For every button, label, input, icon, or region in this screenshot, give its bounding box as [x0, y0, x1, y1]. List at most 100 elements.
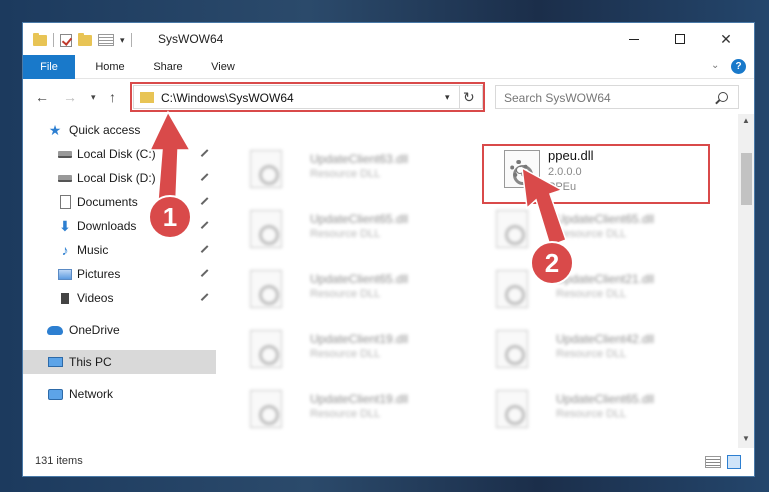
expand-ribbon-chevron-icon[interactable]: ⌄ [711, 60, 719, 71]
list-item[interactable]: UpdateClient65.dll Resource DLL [484, 386, 714, 434]
search-input[interactable]: Search SysWOW64 [495, 85, 739, 109]
sidebar-item-local-disk-c[interactable]: Local Disk (C:) [23, 142, 216, 166]
help-icon[interactable]: ? [731, 59, 746, 74]
sidebar-item-pictures[interactable]: Pictures [23, 262, 216, 286]
sidebar-item-label: Local Disk (C:) [77, 147, 156, 161]
tab-file[interactable]: File [23, 55, 75, 79]
search-icon[interactable] [718, 92, 728, 102]
close-button[interactable]: ✕ [703, 23, 749, 55]
pin-icon[interactable] [200, 268, 212, 280]
minimize-button[interactable] [611, 23, 657, 55]
scrollbar-thumb[interactable] [741, 153, 752, 205]
file-name: UpdateClient63.dll [310, 152, 409, 166]
back-arrow-icon[interactable]: ← [35, 89, 49, 105]
cloud-icon [47, 323, 63, 337]
star-icon: ★ [48, 121, 62, 138]
file-name: UpdateClient42.dll [556, 332, 655, 346]
sidebar-item-label: Pictures [77, 267, 121, 281]
sidebar-item-videos[interactable]: Videos [23, 286, 216, 310]
close-icon: ✕ [720, 30, 732, 47]
sidebar-item-network[interactable]: Network [23, 382, 216, 406]
file-type: Resource DLL [310, 408, 381, 420]
disk-icon [57, 171, 73, 185]
file-type: Resource DLL [556, 288, 627, 300]
list-item[interactable]: UpdateClient65.dll Resource DLL [238, 206, 468, 254]
properties-check-icon[interactable] [60, 33, 72, 47]
dll-file-icon [496, 330, 528, 368]
document-icon [57, 195, 73, 209]
list-item[interactable]: UpdateClient21.dll Resource DLL [484, 266, 714, 314]
vertical-scrollbar[interactable]: ▲ ▼ [738, 114, 754, 448]
sidebar-item-onedrive[interactable]: OneDrive [23, 318, 216, 342]
file-type: Resource DLL [556, 348, 627, 360]
sidebar-item-local-disk-d[interactable]: Local Disk (D:) [23, 166, 216, 190]
dll-file-icon [496, 210, 528, 248]
pin-icon[interactable] [200, 292, 212, 304]
list-item[interactable]: UpdateClient19.dll Resource DLL [238, 326, 468, 374]
file-name: UpdateClient19.dll [310, 392, 409, 406]
dll-file-icon [250, 390, 282, 428]
list-item[interactable]: UpdateClient63.dll Resource DLL [238, 146, 468, 194]
up-arrow-icon[interactable]: ↑ [109, 89, 116, 105]
sidebar-item-label: Network [69, 387, 114, 401]
new-folder-icon[interactable] [78, 32, 92, 46]
list-item[interactable]: UpdateClient19.dll Resource DLL [238, 386, 468, 434]
sidebar-item-quick-access[interactable]: ★ Quick access [23, 118, 216, 142]
sidebar-item-label: Documents [77, 195, 138, 209]
sidebar-item-label: Downloads [77, 219, 137, 233]
toolbar-separator [53, 33, 54, 47]
forward-arrow-icon[interactable]: → [63, 89, 77, 105]
tab-home[interactable]: Home [85, 55, 135, 79]
sidebar-item-label: This PC [69, 355, 112, 369]
step-badge-1: 1 [148, 195, 192, 239]
list-item[interactable]: UpdateClient65.dll Resource DLL [484, 206, 714, 254]
pin-icon[interactable] [200, 172, 212, 184]
maximize-icon [675, 34, 685, 44]
file-type: Resource DLL [310, 288, 381, 300]
folder-icon [33, 32, 47, 46]
disk-icon [57, 147, 73, 161]
pin-icon[interactable] [200, 148, 212, 160]
navigation-bar: ← → ▾ ↑ C:\Windows\SysWOW64 ▾ ↻ Search S… [23, 80, 754, 114]
dll-file-icon [250, 210, 282, 248]
file-type: Resource DLL [556, 228, 627, 240]
sidebar-item-this-pc[interactable]: This PC [23, 350, 216, 374]
properties-icon[interactable] [98, 34, 114, 46]
file-name: UpdateClient65.dll [556, 392, 655, 406]
picture-icon [57, 267, 73, 281]
file-type: Resource DLL [556, 408, 627, 420]
pin-icon[interactable] [200, 244, 212, 256]
sidebar-item-label: Quick access [69, 123, 141, 137]
tab-share[interactable]: Share [143, 55, 193, 79]
minimize-icon [629, 38, 639, 40]
large-icons-view-icon[interactable] [727, 455, 741, 469]
status-bar: 131 items [23, 448, 754, 476]
tab-view[interactable]: View [201, 55, 245, 79]
pin-icon[interactable] [200, 220, 212, 232]
ribbon-tabs: File Home Share View ⌄ ? [23, 55, 754, 79]
recent-locations-chevron-icon[interactable]: ▾ [91, 92, 96, 103]
list-item[interactable]: UpdateClient42.dll Resource DLL [484, 326, 714, 374]
maximize-button[interactable] [657, 23, 703, 55]
file-name: UpdateClient65.dll [310, 212, 409, 226]
dll-file-icon [250, 270, 282, 308]
item-count: 131 items [35, 455, 83, 467]
sidebar-item-music[interactable]: ♪ Music [23, 238, 216, 262]
file-highlight-box [482, 144, 710, 204]
explorer-window: ▾ SysWOW64 ✕ File Home Share View ⌄ ? ← … [22, 22, 755, 477]
sidebar-item-label: Videos [77, 291, 114, 305]
dll-file-icon [496, 270, 528, 308]
list-item[interactable]: UpdateClient65.dll Resource DLL [238, 266, 468, 314]
customize-toolbar-chevron-icon[interactable]: ▾ [120, 35, 125, 46]
dll-file-icon [250, 330, 282, 368]
sidebar-item-label: OneDrive [69, 323, 120, 337]
video-icon [57, 291, 73, 305]
file-name: UpdateClient65.dll [556, 212, 655, 226]
details-view-icon[interactable] [705, 456, 721, 468]
computer-icon [47, 355, 63, 369]
scroll-up-icon[interactable]: ▲ [742, 116, 750, 125]
scroll-down-icon[interactable]: ▼ [742, 434, 750, 443]
address-highlight-box [130, 82, 485, 112]
pin-icon[interactable] [200, 196, 212, 208]
dll-file-icon [250, 150, 282, 188]
